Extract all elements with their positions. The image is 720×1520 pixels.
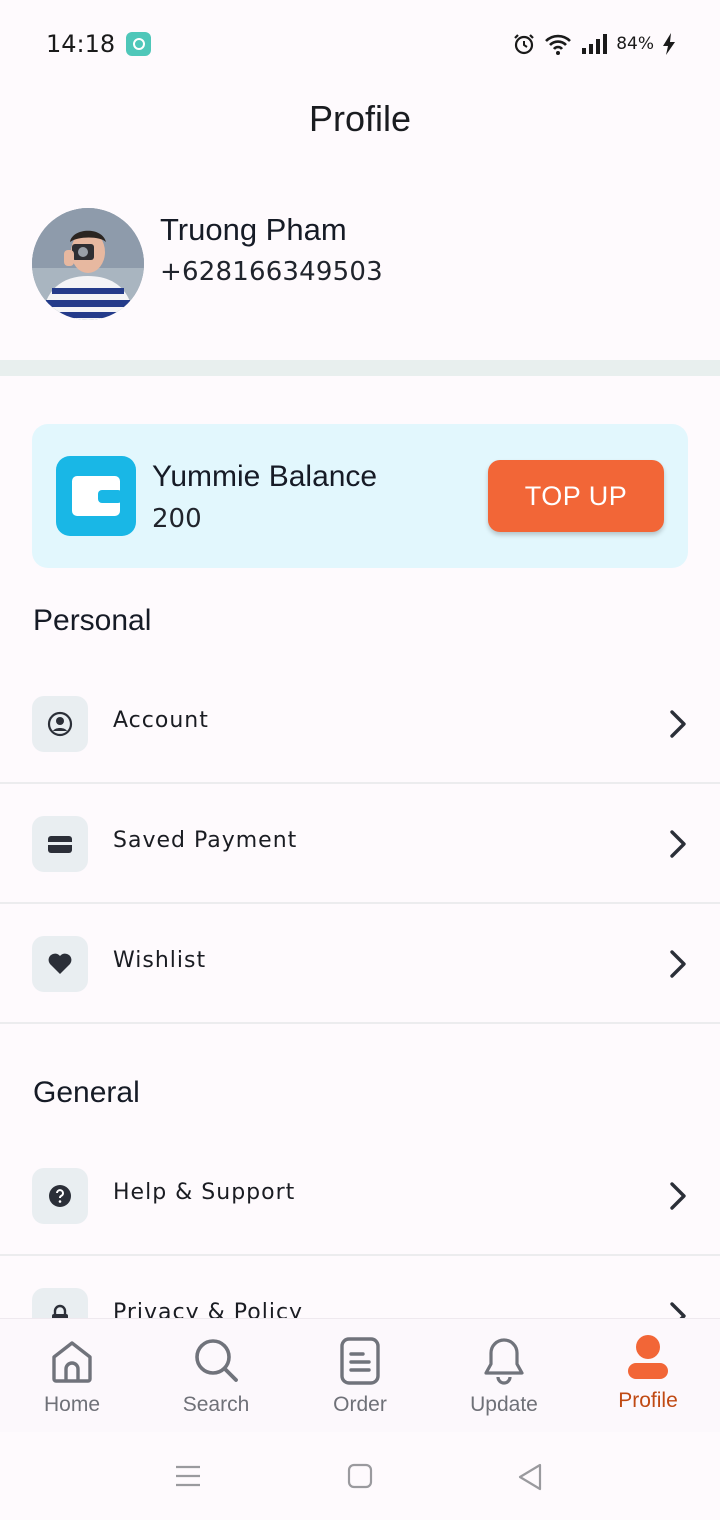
item-label: Account <box>113 708 209 733</box>
chevron-right-icon <box>670 950 686 978</box>
page-title: Profile <box>308 98 412 139</box>
nav-label: Home <box>43 1393 101 1416</box>
user-name: Truong Pham <box>160 212 347 247</box>
status-icons: 84% <box>512 30 676 58</box>
signal-icon <box>582 34 608 54</box>
app-notification-icon <box>126 32 151 56</box>
nav-label: Profile <box>618 1389 678 1412</box>
order-icon <box>340 1337 380 1385</box>
item-label: Wishlist <box>113 948 207 973</box>
chevron-right-icon <box>670 1182 686 1210</box>
wallet-icon <box>56 456 136 536</box>
item-label: Saved Payment <box>113 828 298 853</box>
list-item-help-support[interactable]: Help & Support <box>0 1136 720 1256</box>
home-square-icon[interactable] <box>346 1462 374 1490</box>
nav-update[interactable]: Update <box>432 1319 576 1432</box>
section-title-personal: Personal <box>33 604 152 637</box>
battery-level: 84% <box>616 34 654 54</box>
item-label: Help & Support <box>113 1180 296 1205</box>
alarm-icon <box>514 34 534 55</box>
avatar[interactable] <box>32 208 144 320</box>
balance-label: Yummie Balance <box>152 460 378 493</box>
heart-icon <box>32 936 88 992</box>
avatar-image <box>32 208 144 320</box>
balance-card: Yummie Balance 200 TOP UP <box>32 424 688 568</box>
bell-icon <box>484 1338 524 1385</box>
help-icon <box>32 1168 88 1224</box>
search-icon <box>195 1339 238 1382</box>
menu-icon[interactable] <box>174 1462 202 1490</box>
chevron-right-icon <box>670 710 686 738</box>
chevron-right-icon <box>670 830 686 858</box>
list-item-wishlist[interactable]: Wishlist <box>0 904 720 1024</box>
user-phone: +628166349503 <box>160 257 383 287</box>
nav-label: Order <box>333 1393 387 1416</box>
status-time: 14:18 <box>46 30 116 58</box>
status-bar: 14:18 84% <box>0 0 720 88</box>
nav-home[interactable]: Home <box>0 1319 144 1432</box>
balance-value: 200 <box>152 504 202 534</box>
nav-order[interactable]: Order <box>288 1319 432 1432</box>
profile-icon <box>628 1335 668 1379</box>
nav-label: Update <box>470 1393 538 1416</box>
nav-label: Search <box>182 1393 250 1416</box>
list-item-account[interactable]: Account <box>0 664 720 784</box>
list-item-saved-payment[interactable]: Saved Payment <box>0 784 720 904</box>
back-icon[interactable] <box>516 1462 544 1492</box>
nav-search[interactable]: Search <box>144 1319 288 1432</box>
section-title-general: General <box>33 1076 140 1109</box>
bottom-nav: Home Search Order Update Profile <box>0 1318 720 1432</box>
nav-profile[interactable]: Profile <box>576 1319 720 1432</box>
wifi-icon <box>545 34 572 55</box>
account-circle-icon <box>32 696 88 752</box>
charging-icon <box>663 33 675 55</box>
card-icon <box>32 816 88 872</box>
top-up-button[interactable]: TOP UP <box>488 460 664 532</box>
home-icon <box>52 1341 92 1383</box>
system-nav-bar <box>0 1432 720 1520</box>
section-divider <box>0 360 720 376</box>
